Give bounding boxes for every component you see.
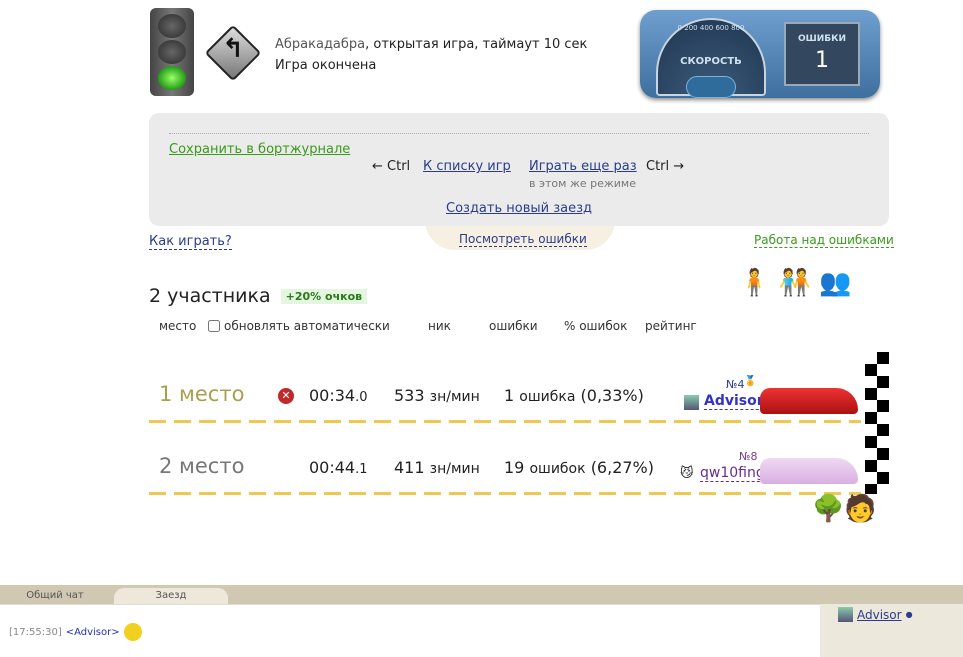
same-mode-note: в этом же режиме <box>529 177 636 190</box>
col-nick: ник <box>428 319 451 333</box>
errors: 19 <box>504 458 525 477</box>
col-place: место <box>159 319 197 333</box>
finish-flag <box>865 352 889 494</box>
how-to-play-link[interactable]: Как играть? <box>149 234 232 250</box>
time: 00:34 <box>309 386 356 405</box>
speed-ticks: 0 200 400 600 800 <box>677 24 745 32</box>
col-error-pct: % ошибок <box>564 319 628 333</box>
rank: №8 <box>739 450 758 463</box>
chat-message: [17:55:30] <Advisor> <box>9 623 142 641</box>
error-pct: (6,27%) <box>590 458 654 477</box>
traffic-light-icon <box>150 8 194 96</box>
errors: 1 <box>504 386 515 405</box>
tab-general-chat[interactable]: Общий чат <box>12 588 98 604</box>
auto-update-checkbox[interactable] <box>208 320 220 332</box>
auto-update-label: обновлять автоматически <box>224 319 390 333</box>
create-race-link[interactable]: Создать новый заезд <box>446 201 592 216</box>
speed: 411 <box>394 458 425 477</box>
info-icon[interactable]: ● <box>906 610 913 619</box>
spectators-icon: 🧍 🧑‍🤝‍🧑 👥 <box>738 268 852 298</box>
speedometer: 0 200 400 600 800 СКОРОСТЬ <box>656 18 766 98</box>
errors-counter: ОШИБКИ 1 <box>784 22 860 86</box>
chat-messages: [17:55:30] <Advisor> <box>0 604 820 657</box>
place: 2 место <box>159 454 245 478</box>
game-status: Игра окончена <box>275 58 377 73</box>
game-list-link[interactable]: К списку игр <box>423 159 511 174</box>
save-to-logbook-link[interactable]: Сохранить в бортжурнале <box>169 142 350 157</box>
car-icon <box>760 458 858 484</box>
game-type: Абракадабра <box>275 37 366 52</box>
auto-update-toggle[interactable]: обновлять автоматически <box>208 319 390 333</box>
play-again-link[interactable]: Играть еще раз <box>529 159 637 174</box>
player-link[interactable]: qw10fing <box>700 465 765 482</box>
speed: 533 <box>394 386 425 405</box>
place: 1 место <box>159 382 245 406</box>
message-time: [17:55:30] <box>9 626 62 638</box>
error-work-link[interactable]: Работа над ошибками <box>754 233 894 248</box>
ctrl-left-hint: ← Ctrl <box>372 159 411 174</box>
dashboard: 0 200 400 600 800 СКОРОСТЬ ОШИБКИ 1 <box>640 10 880 98</box>
time: 00:44 <box>309 458 356 477</box>
rank: №4 <box>726 378 745 391</box>
divider <box>169 133 869 134</box>
speed-unit: зн/мин <box>429 389 480 405</box>
spectators-icon: 🌳🧑 <box>812 494 877 524</box>
race-car-icon <box>760 388 858 414</box>
errors-word: ошибок <box>529 461 586 477</box>
participants-heading: 2 участника +20% очков <box>149 285 368 307</box>
message-user[interactable]: <Advisor> <box>66 627 120 638</box>
speed-unit: зн/мин <box>429 461 480 477</box>
chat-tabs: Общий чат Заезд <box>0 585 963 604</box>
avatar <box>838 607 853 622</box>
participants-count: 2 участника <box>149 285 271 307</box>
error-marker-icon: ✕ <box>278 388 294 404</box>
time-fraction: .0 <box>355 390 368 405</box>
error-pct: (0,33%) <box>580 386 644 405</box>
medal-icon: 🏅 <box>744 376 757 387</box>
lane-divider <box>149 420 861 423</box>
game-actions-panel: Сохранить в бортжурнале ← Ctrl К списку … <box>149 113 889 226</box>
tab-race-chat[interactable]: Заезд <box>114 588 228 604</box>
smiley-icon <box>123 623 142 641</box>
errors-word: ошибка <box>519 389 576 405</box>
ctrl-right-hint: Ctrl → <box>646 159 685 174</box>
bonus-badge: +20% очков <box>280 288 368 304</box>
winding-arrow-icon: ↰ <box>222 34 244 64</box>
time-fraction: .1 <box>355 462 368 477</box>
chat-user-link[interactable]: Advisor <box>857 608 902 622</box>
player-link[interactable]: Advisor <box>704 393 764 410</box>
view-errors-link[interactable]: Посмотреть ошибки <box>459 232 587 247</box>
chat-user: Advisor ● <box>838 607 913 622</box>
game-info: Абракадабра, открытая игра, таймаут 10 с… <box>275 34 587 76</box>
speed-label: СКОРОСТЬ <box>680 56 742 67</box>
col-errors: ошибки <box>489 319 538 333</box>
lane-divider <box>149 492 861 495</box>
errors-label: ОШИБКИ <box>797 34 847 44</box>
avatar <box>684 395 699 410</box>
speed-readout <box>686 76 736 98</box>
errors-value: 1 <box>815 48 829 73</box>
avatar: 😼 <box>680 466 694 481</box>
col-rating: рейтинг <box>645 319 697 333</box>
chat-userlist: Advisor ● <box>820 604 963 657</box>
game-params: , открытая игра, таймаут 10 сек <box>365 37 588 52</box>
